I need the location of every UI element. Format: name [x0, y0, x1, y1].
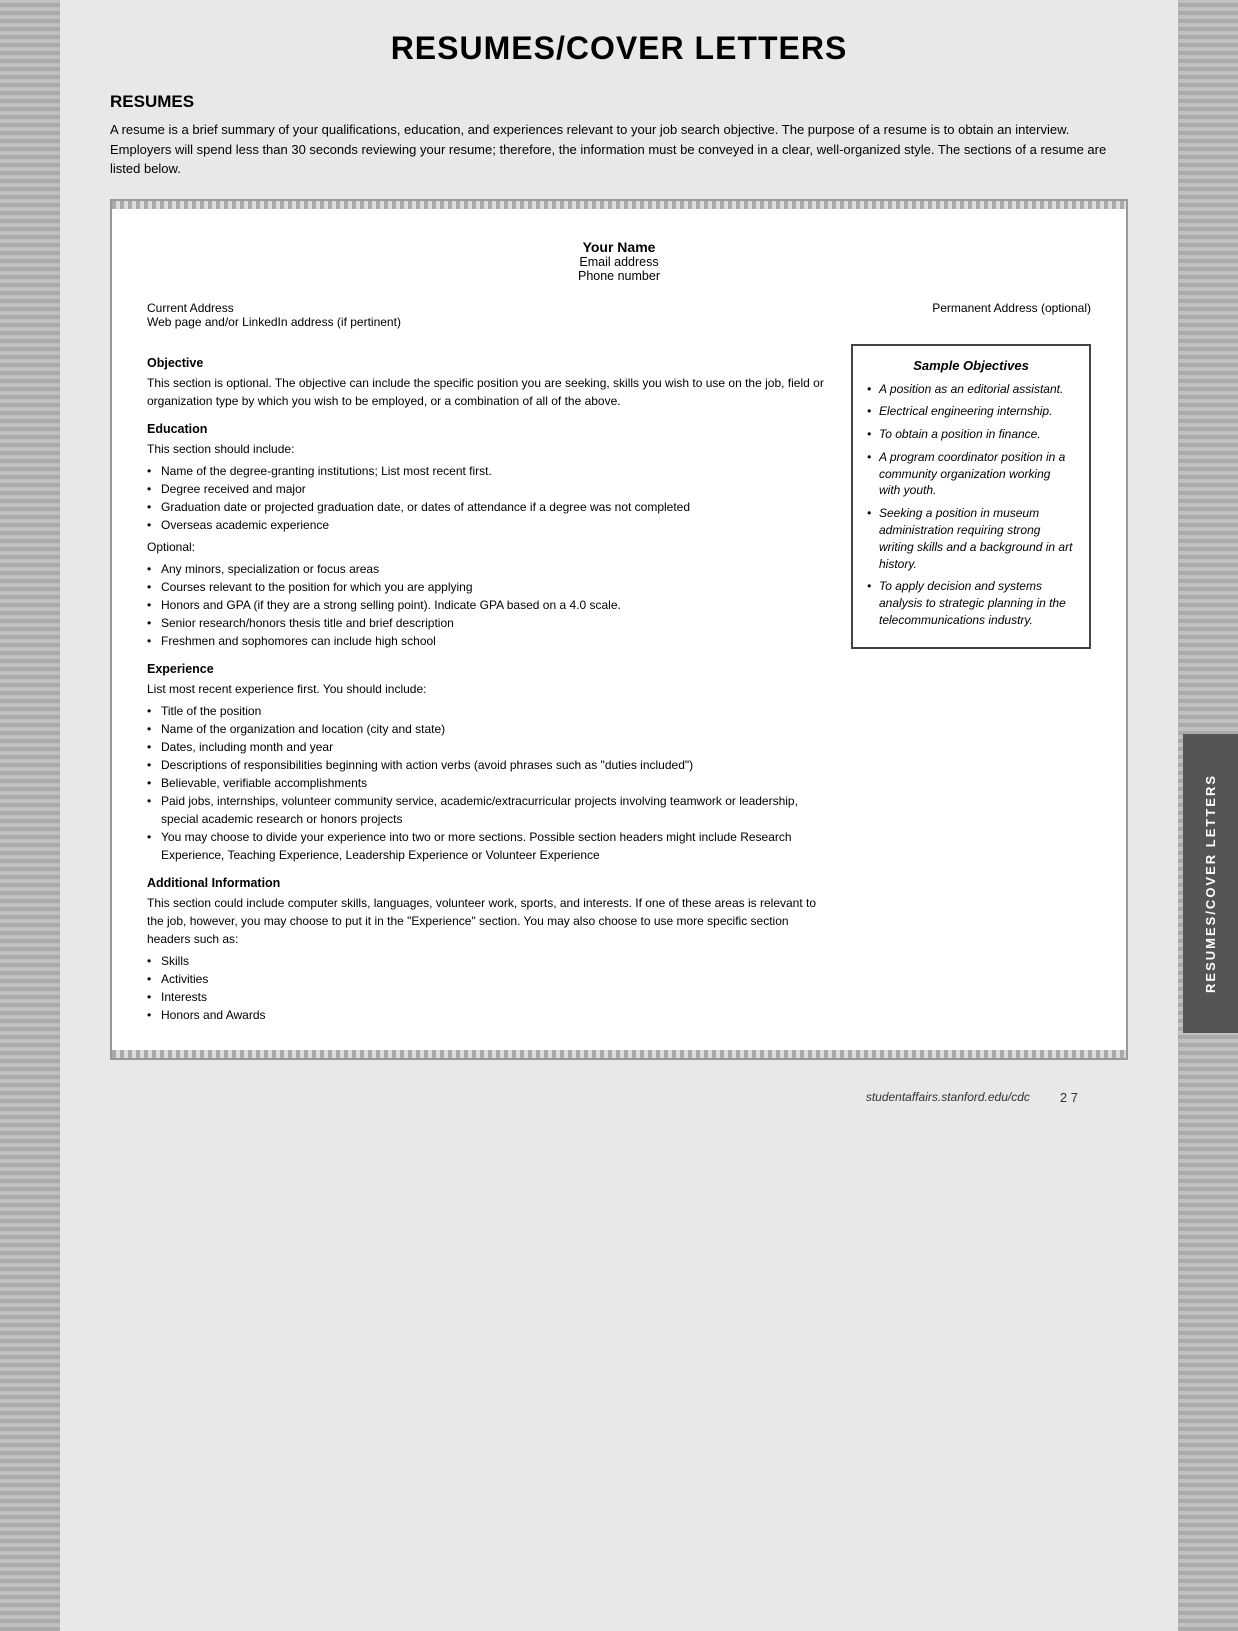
additional-info-intro: This section could include computer skil… — [147, 894, 831, 948]
footer-url: studentaffairs.stanford.edu/cdc — [866, 1090, 1030, 1104]
education-optional-list: Any minors, specialization or focus area… — [147, 560, 831, 650]
page-title: RESUMES/COVER LETTERS — [110, 30, 1128, 67]
objective-title: Objective — [147, 356, 831, 370]
sample-objective-item: A position as an editorial assistant. — [867, 381, 1075, 398]
education-title: Education — [147, 422, 831, 436]
vertical-tab: RESUMES/COVER LETTERS — [1183, 734, 1238, 1033]
additional-info-title: Additional Information — [147, 876, 831, 890]
list-item: Honors and GPA (if they are a strong sel… — [147, 596, 831, 614]
list-item: You may choose to divide your experience… — [147, 828, 831, 864]
list-item: Skills — [147, 952, 831, 970]
resume-left-column: Objective This section is optional. The … — [147, 344, 831, 1028]
sample-objectives-list: A position as an editorial assistant. El… — [867, 381, 1075, 629]
sample-objective-item: To apply decision and systems analysis t… — [867, 578, 1075, 628]
sample-objective-item: Electrical engineering internship. — [867, 403, 1075, 420]
resume-addresses: Current Address Web page and/or LinkedIn… — [147, 301, 1091, 329]
sample-objectives-title: Sample Objectives — [867, 358, 1075, 373]
additional-info-list: Skills Activities Interests Honors and A… — [147, 952, 831, 1024]
list-item: Courses relevant to the position for whi… — [147, 578, 831, 596]
list-item: Senior research/honors thesis title and … — [147, 614, 831, 632]
resumes-heading: RESUMES — [110, 92, 1128, 112]
list-item: Overseas academic experience — [147, 516, 831, 534]
list-item: Descriptions of responsibilities beginni… — [147, 756, 831, 774]
footer-page: 2 7 — [1060, 1090, 1078, 1105]
list-item: Freshmen and sophomores can include high… — [147, 632, 831, 650]
optional-label: Optional: — [147, 538, 831, 556]
sample-objectives-box: Sample Objectives A position as an edito… — [851, 344, 1091, 649]
experience-list: Title of the position Name of the organi… — [147, 702, 831, 864]
page-wrapper: RESUMES/COVER LETTERS RESUMES/COVER LETT… — [0, 0, 1238, 1631]
list-item: Graduation date or projected graduation … — [147, 498, 831, 516]
vertical-tab-text: RESUMES/COVER LETTERS — [1203, 774, 1218, 993]
experience-intro: List most recent experience first. You s… — [147, 680, 831, 698]
resume-address-right: Permanent Address (optional) — [932, 301, 1091, 329]
resume-box-top-bar — [112, 201, 1126, 209]
sample-objective-item: To obtain a position in finance. — [867, 426, 1075, 443]
experience-title: Experience — [147, 662, 831, 676]
resume-address-left: Current Address Web page and/or LinkedIn… — [147, 301, 401, 329]
sample-objective-item: A program coordinator position in a comm… — [867, 449, 1075, 499]
list-item: Title of the position — [147, 702, 831, 720]
resume-phone: Phone number — [147, 269, 1091, 283]
current-address-label: Current Address — [147, 301, 401, 315]
sample-objective-item: Seeking a position in museum administrat… — [867, 505, 1075, 572]
objective-text: This section is optional. The objective … — [147, 374, 831, 410]
resume-name: Your Name — [147, 239, 1091, 255]
list-item: Name of the degree-granting institutions… — [147, 462, 831, 480]
resumes-intro: A resume is a brief summary of your qual… — [110, 120, 1128, 179]
list-item: Activities — [147, 970, 831, 988]
list-item: Degree received and major — [147, 480, 831, 498]
permanent-address-label: Permanent Address (optional) — [932, 301, 1091, 315]
list-item: Any minors, specialization or focus area… — [147, 560, 831, 578]
list-item: Dates, including month and year — [147, 738, 831, 756]
list-item: Name of the organization and location (c… — [147, 720, 831, 738]
education-required-list: Name of the degree-granting institutions… — [147, 462, 831, 534]
list-item: Interests — [147, 988, 831, 1006]
resume-box-bottom-bar — [112, 1050, 1126, 1058]
list-item: Paid jobs, internships, volunteer commun… — [147, 792, 831, 828]
resume-right-column: Sample Objectives A position as an edito… — [851, 344, 1091, 1028]
list-item: Believable, verifiable accomplishments — [147, 774, 831, 792]
list-item: Honors and Awards — [147, 1006, 831, 1024]
resume-email: Email address — [147, 255, 1091, 269]
resume-box: Your Name Email address Phone number Cur… — [110, 199, 1128, 1060]
footer-bar: studentaffairs.stanford.edu/cdc 2 7 — [110, 1080, 1128, 1115]
resume-header: Your Name Email address Phone number — [147, 239, 1091, 283]
main-content: RESUMES/COVER LETTERS RESUMES A resume i… — [60, 0, 1178, 1631]
resume-body: Objective This section is optional. The … — [147, 344, 1091, 1028]
web-address: Web page and/or LinkedIn address (if per… — [147, 315, 401, 329]
left-border — [0, 0, 60, 1631]
education-intro: This section should include: — [147, 440, 831, 458]
